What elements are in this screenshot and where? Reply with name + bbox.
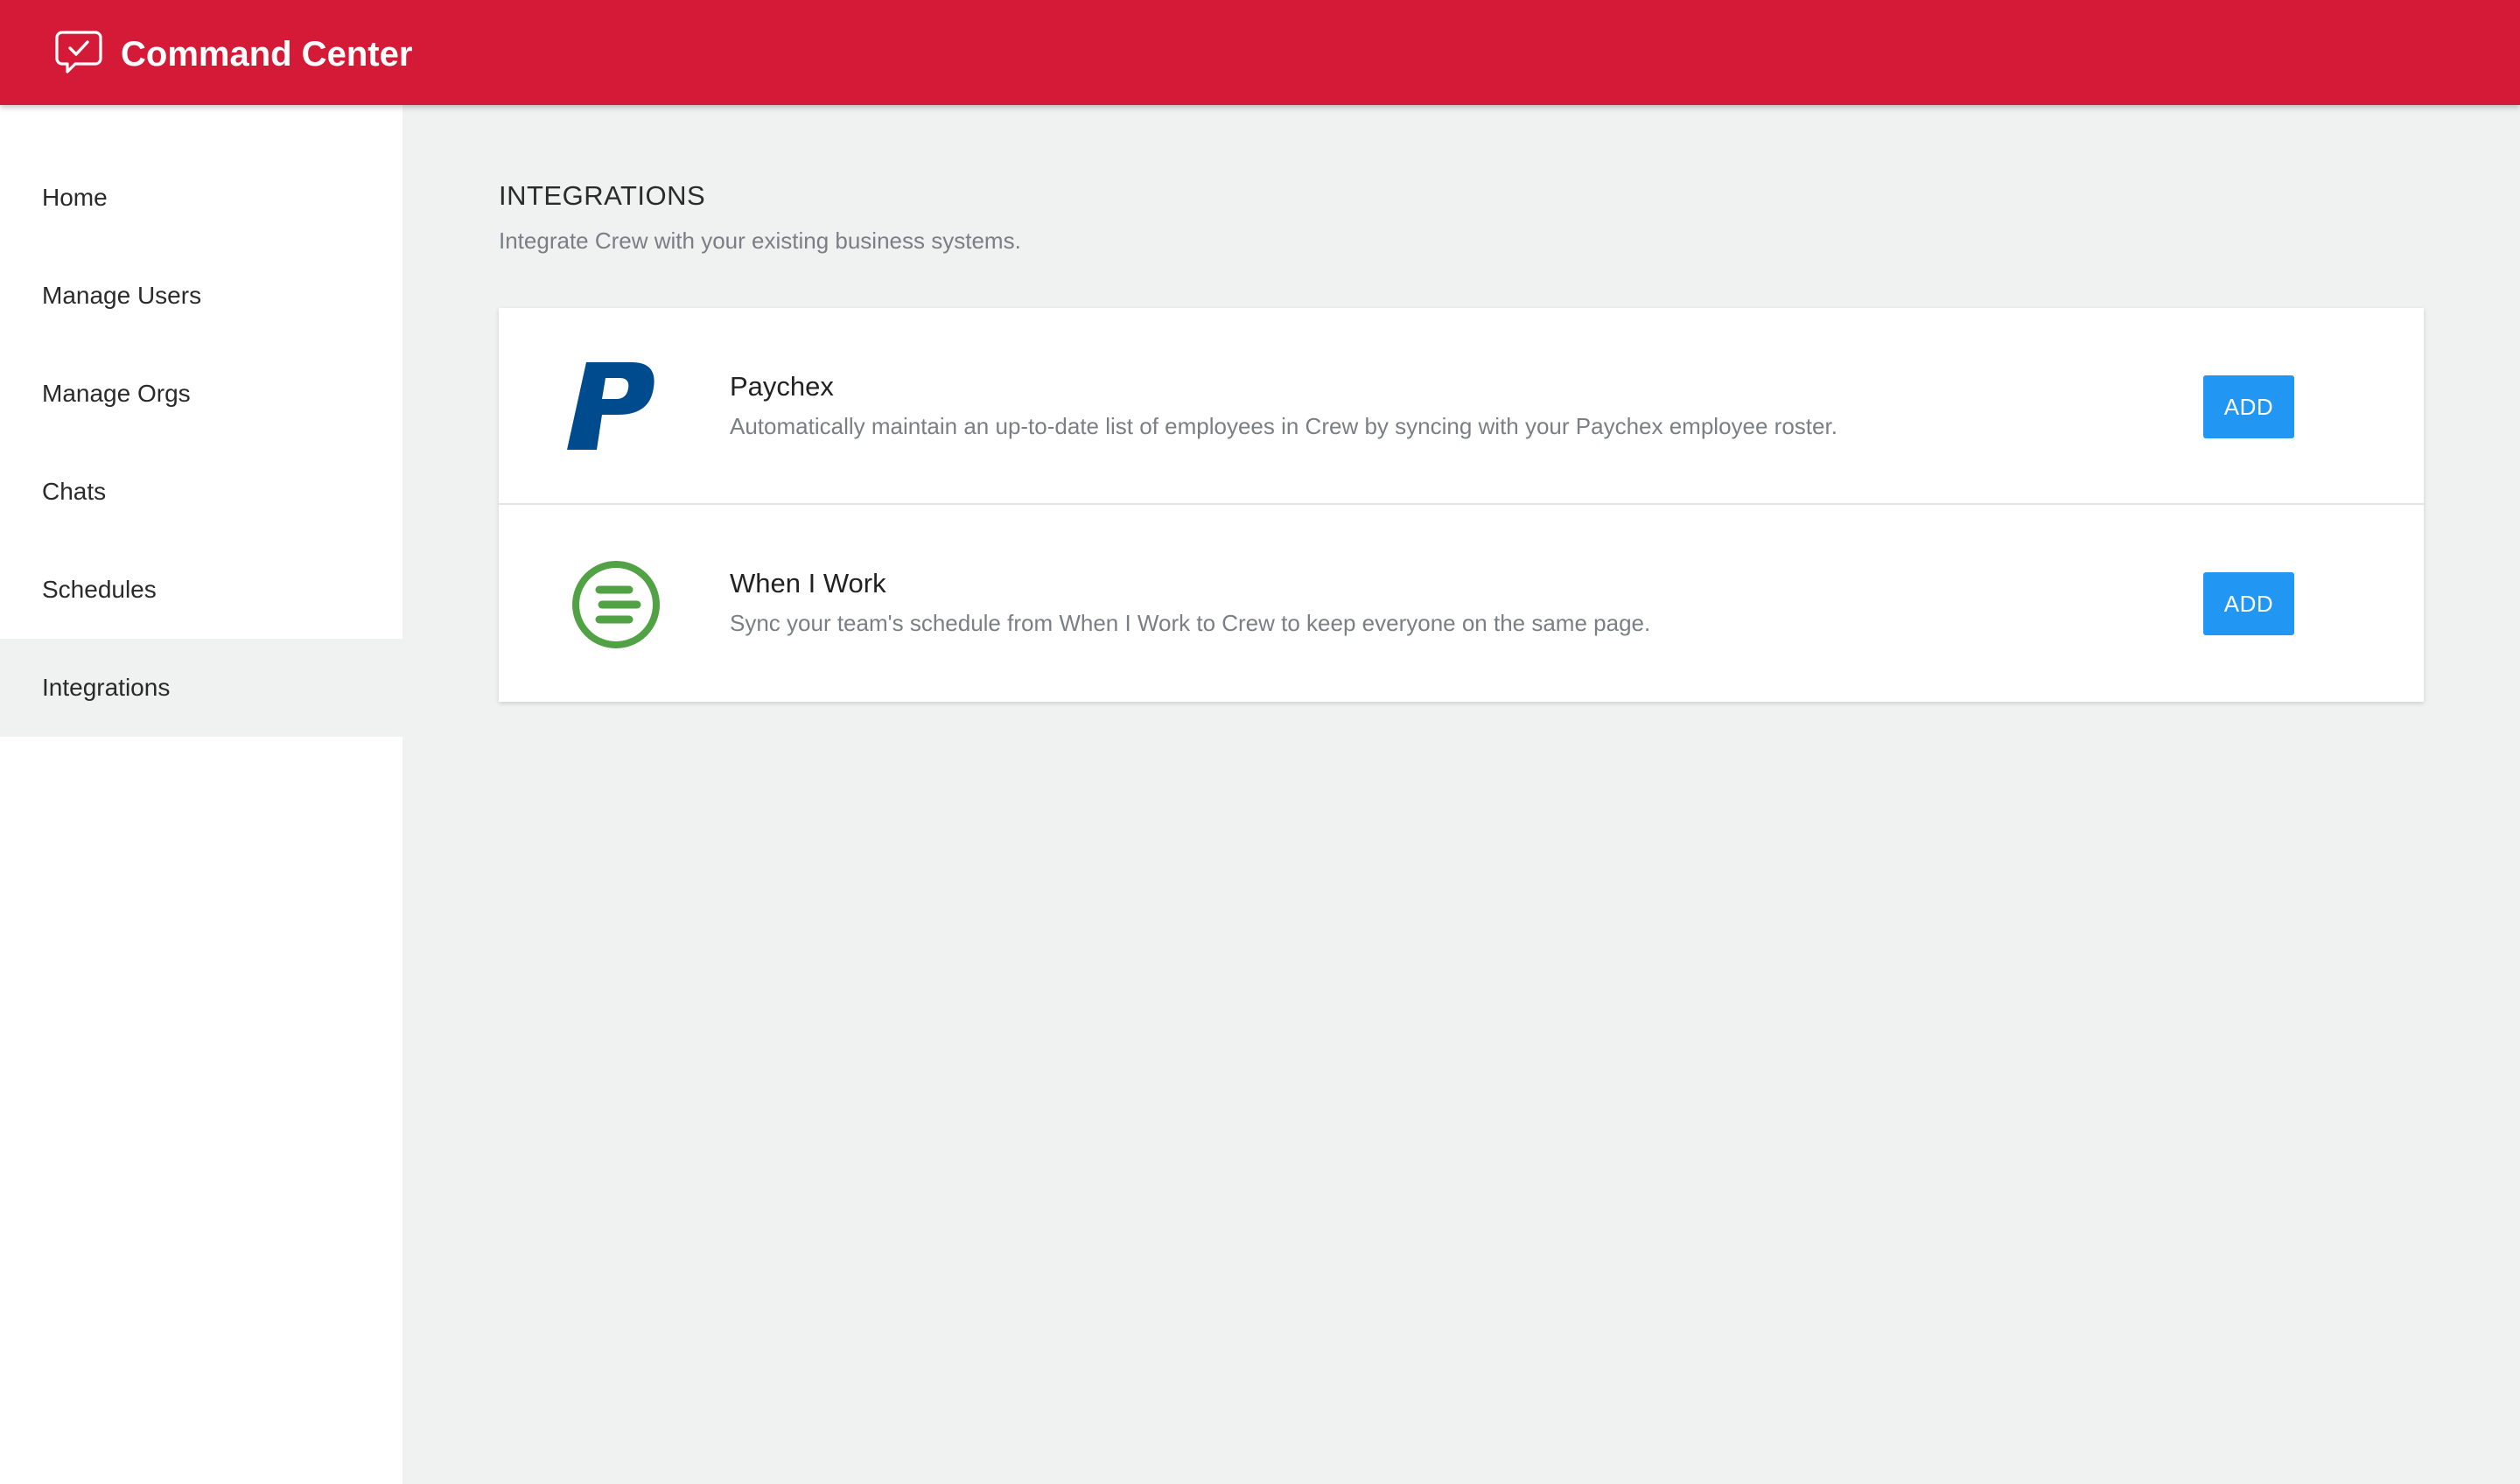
page-subtitle: Integrate Crew with your existing busine…	[499, 228, 1021, 254]
integration-name: Paychex	[730, 371, 834, 402]
sidebar-item-manage-orgs[interactable]: Manage Orgs	[0, 345, 402, 443]
add-paychex-button[interactable]: ADD	[2203, 375, 2294, 438]
sidebar-item-home[interactable]: Home	[0, 149, 402, 247]
integration-row-paychex: Paychex Automatically maintain an up-to-…	[499, 308, 2424, 505]
paychex-logo-icon	[567, 362, 654, 450]
chat-check-icon[interactable]	[54, 30, 103, 75]
integration-description: Automatically maintain an up-to-date lis…	[730, 413, 1838, 439]
integration-row-when-i-work: When I Work Sync your team's schedule fr…	[499, 505, 2424, 702]
sidebar: Home Manage Users Manage Orgs Chats Sche…	[0, 105, 402, 1484]
sidebar-item-schedules[interactable]: Schedules	[0, 541, 402, 639]
when-i-work-logo-icon	[572, 561, 660, 648]
sidebar-item-chats[interactable]: Chats	[0, 443, 402, 541]
main-content: INTEGRATIONS Integrate Crew with your ex…	[402, 105, 2520, 1484]
app-title: Command Center	[121, 35, 413, 74]
integrations-card: Paychex Automatically maintain an up-to-…	[499, 308, 2424, 702]
app-header: Command Center	[0, 0, 2520, 105]
add-when-i-work-button[interactable]: ADD	[2203, 572, 2294, 635]
integration-description: Sync your team's schedule from When I Wo…	[730, 610, 1651, 636]
page-title: INTEGRATIONS	[499, 180, 706, 211]
sidebar-item-integrations[interactable]: Integrations	[0, 639, 402, 737]
integration-name: When I Work	[730, 568, 886, 598]
sidebar-item-manage-users[interactable]: Manage Users	[0, 247, 402, 345]
